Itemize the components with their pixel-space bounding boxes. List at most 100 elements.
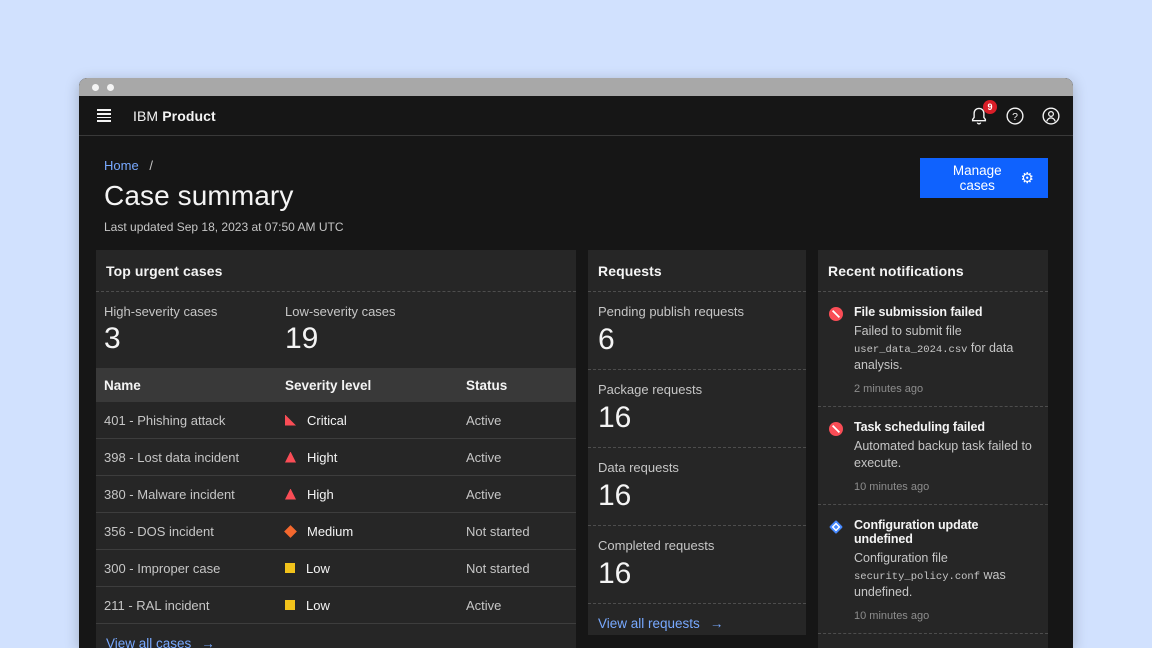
header-left: IBMProduct xyxy=(91,103,216,129)
table-row[interactable]: 211 - RAL incident Low Active xyxy=(96,587,576,624)
window-dot[interactable] xyxy=(107,84,114,91)
browser-window: IBMProduct 9 ? xyxy=(79,78,1073,648)
request-value: 16 xyxy=(598,479,796,512)
user-avatar-button[interactable] xyxy=(1041,106,1061,126)
case-name: 211 - RAL incident xyxy=(104,598,285,613)
notification-body: Configuration update undefined Configura… xyxy=(854,518,1038,622)
column-header-name: Name xyxy=(104,378,285,393)
request-label: Data requests xyxy=(598,460,796,475)
top-urgent-cases-card: Top urgent cases High-severity cases 3 L… xyxy=(96,250,576,648)
card-title-top-urgent-cases: Top urgent cases xyxy=(96,250,576,292)
case-status: Not started xyxy=(466,524,576,539)
column-header-severity: Severity level xyxy=(285,378,466,393)
window-dot[interactable] xyxy=(92,84,99,91)
request-item: Data requests 16 xyxy=(588,448,806,526)
screenshot-stage: IBMProduct 9 ? xyxy=(0,0,1152,648)
case-name: 356 - DOS incident xyxy=(104,524,285,539)
misuse-icon xyxy=(828,421,844,437)
desc-text: Configuration file xyxy=(854,551,948,565)
table-row[interactable]: 401 - Phishing attack Critical Active xyxy=(96,402,576,439)
severity-high-icon xyxy=(285,452,296,463)
arrow-right-icon: → xyxy=(201,636,215,648)
table-row[interactable]: 380 - Malware incident High Active xyxy=(96,476,576,513)
severity-label: High xyxy=(307,487,334,502)
severity-label: Low xyxy=(306,561,330,576)
window-chrome xyxy=(79,78,1073,96)
severity-low-icon xyxy=(285,600,295,610)
page-title: Case summary xyxy=(104,180,1048,212)
request-label: Package requests xyxy=(598,382,796,397)
user-avatar-icon xyxy=(1041,106,1061,126)
breadcrumb-separator: / xyxy=(149,158,153,173)
request-label: Pending publish requests xyxy=(598,304,796,319)
cards-row: Top urgent cases High-severity cases 3 L… xyxy=(96,250,1048,648)
case-name: 398 - Lost data incident xyxy=(104,450,285,465)
case-status: Active xyxy=(466,487,576,502)
severity-low-icon xyxy=(285,563,295,573)
misuse-icon xyxy=(828,306,844,322)
request-value: 6 xyxy=(598,323,796,356)
case-name: 300 - Improper case xyxy=(104,561,285,576)
metric-label: High-severity cases xyxy=(104,304,285,319)
metric-label: Low-severity cases xyxy=(285,304,466,319)
table-row[interactable]: 356 - DOS incident Medium Not started xyxy=(96,513,576,550)
case-status: Active xyxy=(466,413,576,428)
severity-label: Critical xyxy=(307,413,347,428)
notification-timestamp: 10 minutes ago xyxy=(854,481,1038,493)
help-button[interactable]: ? xyxy=(1005,106,1025,126)
metric-high-severity: High-severity cases 3 xyxy=(104,304,285,355)
notification-title: Configuration update undefined xyxy=(854,518,1038,546)
table-row[interactable]: 300 - Improper case Low Not started xyxy=(96,550,576,587)
notification-title: File submission failed xyxy=(854,305,1038,319)
notification-description: Failed to submit file user_data_2024.csv… xyxy=(854,323,1038,374)
desc-text: Failed to submit file xyxy=(854,324,962,338)
requests-card: Requests Pending publish requests 6 Pack… xyxy=(588,250,806,635)
metric-low-severity: Low-severity cases 19 xyxy=(285,304,466,355)
notification-item[interactable]: File submission failed Failed to submit … xyxy=(818,292,1048,407)
request-item: Pending publish requests 6 xyxy=(588,292,806,370)
file-name: security_policy.conf xyxy=(854,571,980,583)
request-value: 16 xyxy=(598,557,796,590)
breadcrumb: Home / xyxy=(104,158,1048,173)
app-header: IBMProduct 9 ? xyxy=(79,96,1073,136)
card-title-recent-notifications: Recent notifications xyxy=(818,250,1048,292)
notification-item[interactable]: Configuration update undefined Configura… xyxy=(818,505,1048,634)
gear-icon: ⚙ xyxy=(1021,171,1034,186)
notification-body: Task scheduling failed Automated backup … xyxy=(854,420,1038,493)
case-status: Active xyxy=(466,450,576,465)
metric-value: 3 xyxy=(104,322,285,355)
middle-column: Requests Pending publish requests 6 Pack… xyxy=(588,250,806,648)
notification-description: Automated backup task failed to execute. xyxy=(854,438,1038,472)
notification-item[interactable]: User report generated The User Access Re… xyxy=(818,634,1048,648)
table-row[interactable]: 398 - Lost data incident Hight Active xyxy=(96,439,576,476)
page-intro: Home / Case summary Last updated Sep 18,… xyxy=(79,136,1073,250)
notification-description: Configuration file security_policy.conf … xyxy=(854,550,1038,601)
case-name: 380 - Malware incident xyxy=(104,487,285,502)
last-updated-text: Last updated Sep 18, 2023 at 07:50 AM UT… xyxy=(104,220,1048,234)
menu-button[interactable] xyxy=(91,103,117,129)
view-all-requests-link[interactable]: View all requests→ xyxy=(598,616,723,631)
manage-cases-button[interactable]: Manage cases ⚙ xyxy=(920,158,1048,198)
view-all-cases-link[interactable]: View all cases → xyxy=(106,636,215,648)
case-status: Active xyxy=(466,598,576,613)
card-title-requests: Requests xyxy=(588,250,806,292)
metric-value: 19 xyxy=(285,322,466,355)
link-label: View all cases xyxy=(106,636,191,648)
severity-high-icon xyxy=(285,489,296,500)
app-body: Home / Case summary Last updated Sep 18,… xyxy=(79,136,1073,648)
brand: IBMProduct xyxy=(133,108,216,124)
notification-item[interactable]: Task scheduling failed Automated backup … xyxy=(818,407,1048,505)
notifications-button[interactable]: 9 xyxy=(969,106,989,126)
recent-notifications-card: Recent notifications File submission fai… xyxy=(818,250,1048,648)
breadcrumb-home-link[interactable]: Home xyxy=(104,158,139,173)
severity-critical-icon xyxy=(285,415,296,426)
header-right: 9 ? xyxy=(969,106,1061,126)
manage-cases-label: Manage cases xyxy=(934,163,1021,193)
case-name: 401 - Phishing attack xyxy=(104,413,285,428)
hamburger-icon xyxy=(97,109,111,121)
request-item: Completed requests 16 xyxy=(588,526,806,604)
request-label: Completed requests xyxy=(598,538,796,553)
cases-table-header: Name Severity level Status xyxy=(96,368,576,402)
severity-label: Hight xyxy=(307,450,337,465)
desc-text: Automated backup task failed to execute. xyxy=(854,439,1032,470)
